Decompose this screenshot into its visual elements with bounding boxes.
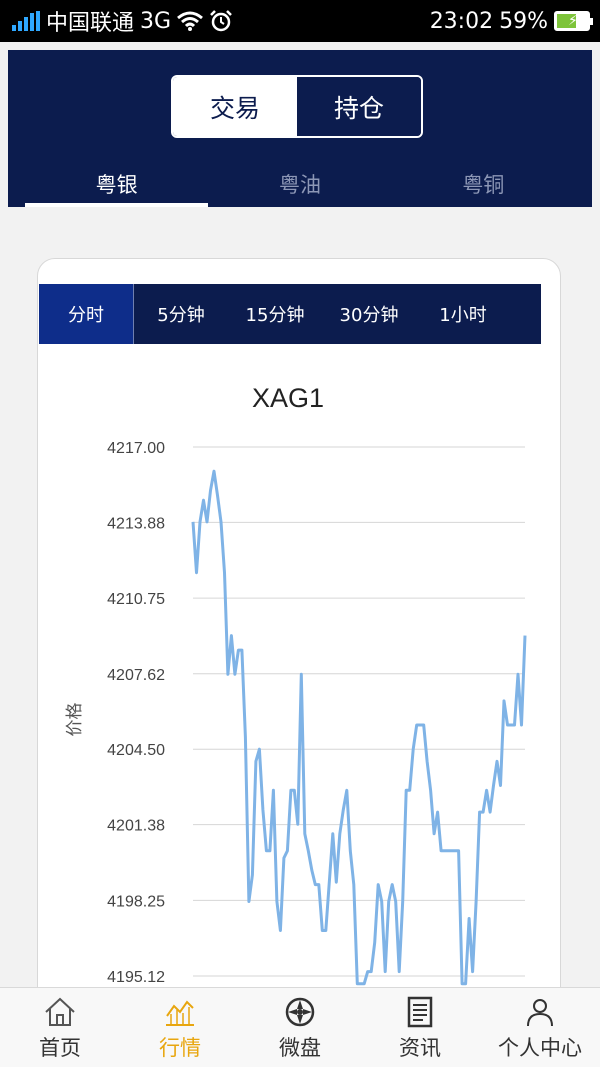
nav-microdisk[interactable]: 微盘 [240, 988, 360, 1067]
y-axis-label: 价格 [65, 703, 85, 737]
home-icon [45, 997, 75, 1026]
trade-position-toggle: 交易 持仓 [171, 75, 423, 138]
status-left: 中国联通 3G [12, 0, 233, 42]
period-tab-15min[interactable]: 15分钟 [228, 284, 322, 344]
chart-card: 分时 5分钟 15分钟 30分钟 1小时 XAG1 价格 4217.00 4213.8… [37, 258, 561, 1018]
period-tab-1hour[interactable]: 1小时 [416, 284, 510, 344]
y-tick-label: 4210.75 [107, 591, 165, 608]
y-tick-label: 4201.38 [107, 818, 165, 835]
y-tick-label: 4213.88 [107, 515, 165, 532]
period-tab-5min[interactable]: 5分钟 [134, 284, 228, 344]
price-chart-svg: XAG1 价格 4217.00 4213.88 4210.75 4207.62 4204.5… [65, 383, 527, 986]
nav-home-label: 首页 [39, 1036, 81, 1060]
tab-oil[interactable]: 粤油 [208, 165, 391, 207]
battery-icon: ⚡ [554, 11, 593, 31]
nav-home[interactable]: 首页 [0, 988, 120, 1067]
y-tick-label: 4195.12 [107, 969, 165, 986]
tab-copper[interactable]: 粤铜 [392, 165, 575, 207]
price-chart: XAG1 价格 4217.00 4213.88 4210.75 4207.62 4204.5… [38, 359, 560, 1017]
chart-title: XAG1 [252, 383, 324, 413]
network-label: 3G [140, 8, 172, 34]
wheel-icon [285, 997, 315, 1027]
nav-profile[interactable]: 个人中心 [480, 988, 600, 1067]
period-tab-timeshare[interactable]: 分时 [39, 284, 134, 344]
battery-percent: 59% [499, 8, 548, 34]
market-header: 交易 持仓 粤银 粤油 粤铜 [8, 50, 592, 207]
price-line [191, 469, 527, 986]
y-tick-label: 4198.25 [107, 893, 165, 910]
person-icon [527, 999, 553, 1027]
tab-silver[interactable]: 粤银 [25, 165, 209, 207]
nav-news-label: 资讯 [399, 1036, 441, 1060]
segment-position[interactable]: 持仓 [297, 77, 421, 136]
period-tab-30min[interactable]: 30分钟 [322, 284, 416, 344]
market-chart-icon [166, 1000, 194, 1026]
y-tick-label: 4204.50 [107, 742, 165, 759]
period-tabs: 分时 5分钟 15分钟 30分钟 1小时 [39, 284, 541, 344]
signal-icon [12, 11, 40, 31]
segment-trade[interactable]: 交易 [173, 77, 297, 136]
y-tick-label: 4217.00 [107, 440, 165, 457]
alarm-icon [210, 10, 232, 32]
nav-microdisk-label: 微盘 [279, 1036, 321, 1060]
bottom-nav: 首页 行情 微盘 资讯 个人中心 [0, 987, 600, 1067]
product-tabs: 粤银 粤油 粤铜 [25, 165, 575, 207]
nav-news[interactable]: 资讯 [360, 988, 480, 1067]
carrier-label: 中国联通 [46, 11, 135, 36]
nav-profile-label: 个人中心 [498, 1036, 582, 1060]
nav-market-label: 行情 [159, 1036, 201, 1060]
nav-market[interactable]: 行情 [120, 988, 240, 1067]
clock-label: 23:02 [429, 8, 494, 34]
status-bar: 中国联通 3G 23:02 59% ⚡ [0, 0, 600, 42]
news-icon [407, 996, 433, 1028]
wifi-icon [177, 11, 204, 31]
y-tick-label: 4207.62 [107, 667, 165, 684]
status-right: 23:02 59% ⚡ [429, 0, 593, 42]
